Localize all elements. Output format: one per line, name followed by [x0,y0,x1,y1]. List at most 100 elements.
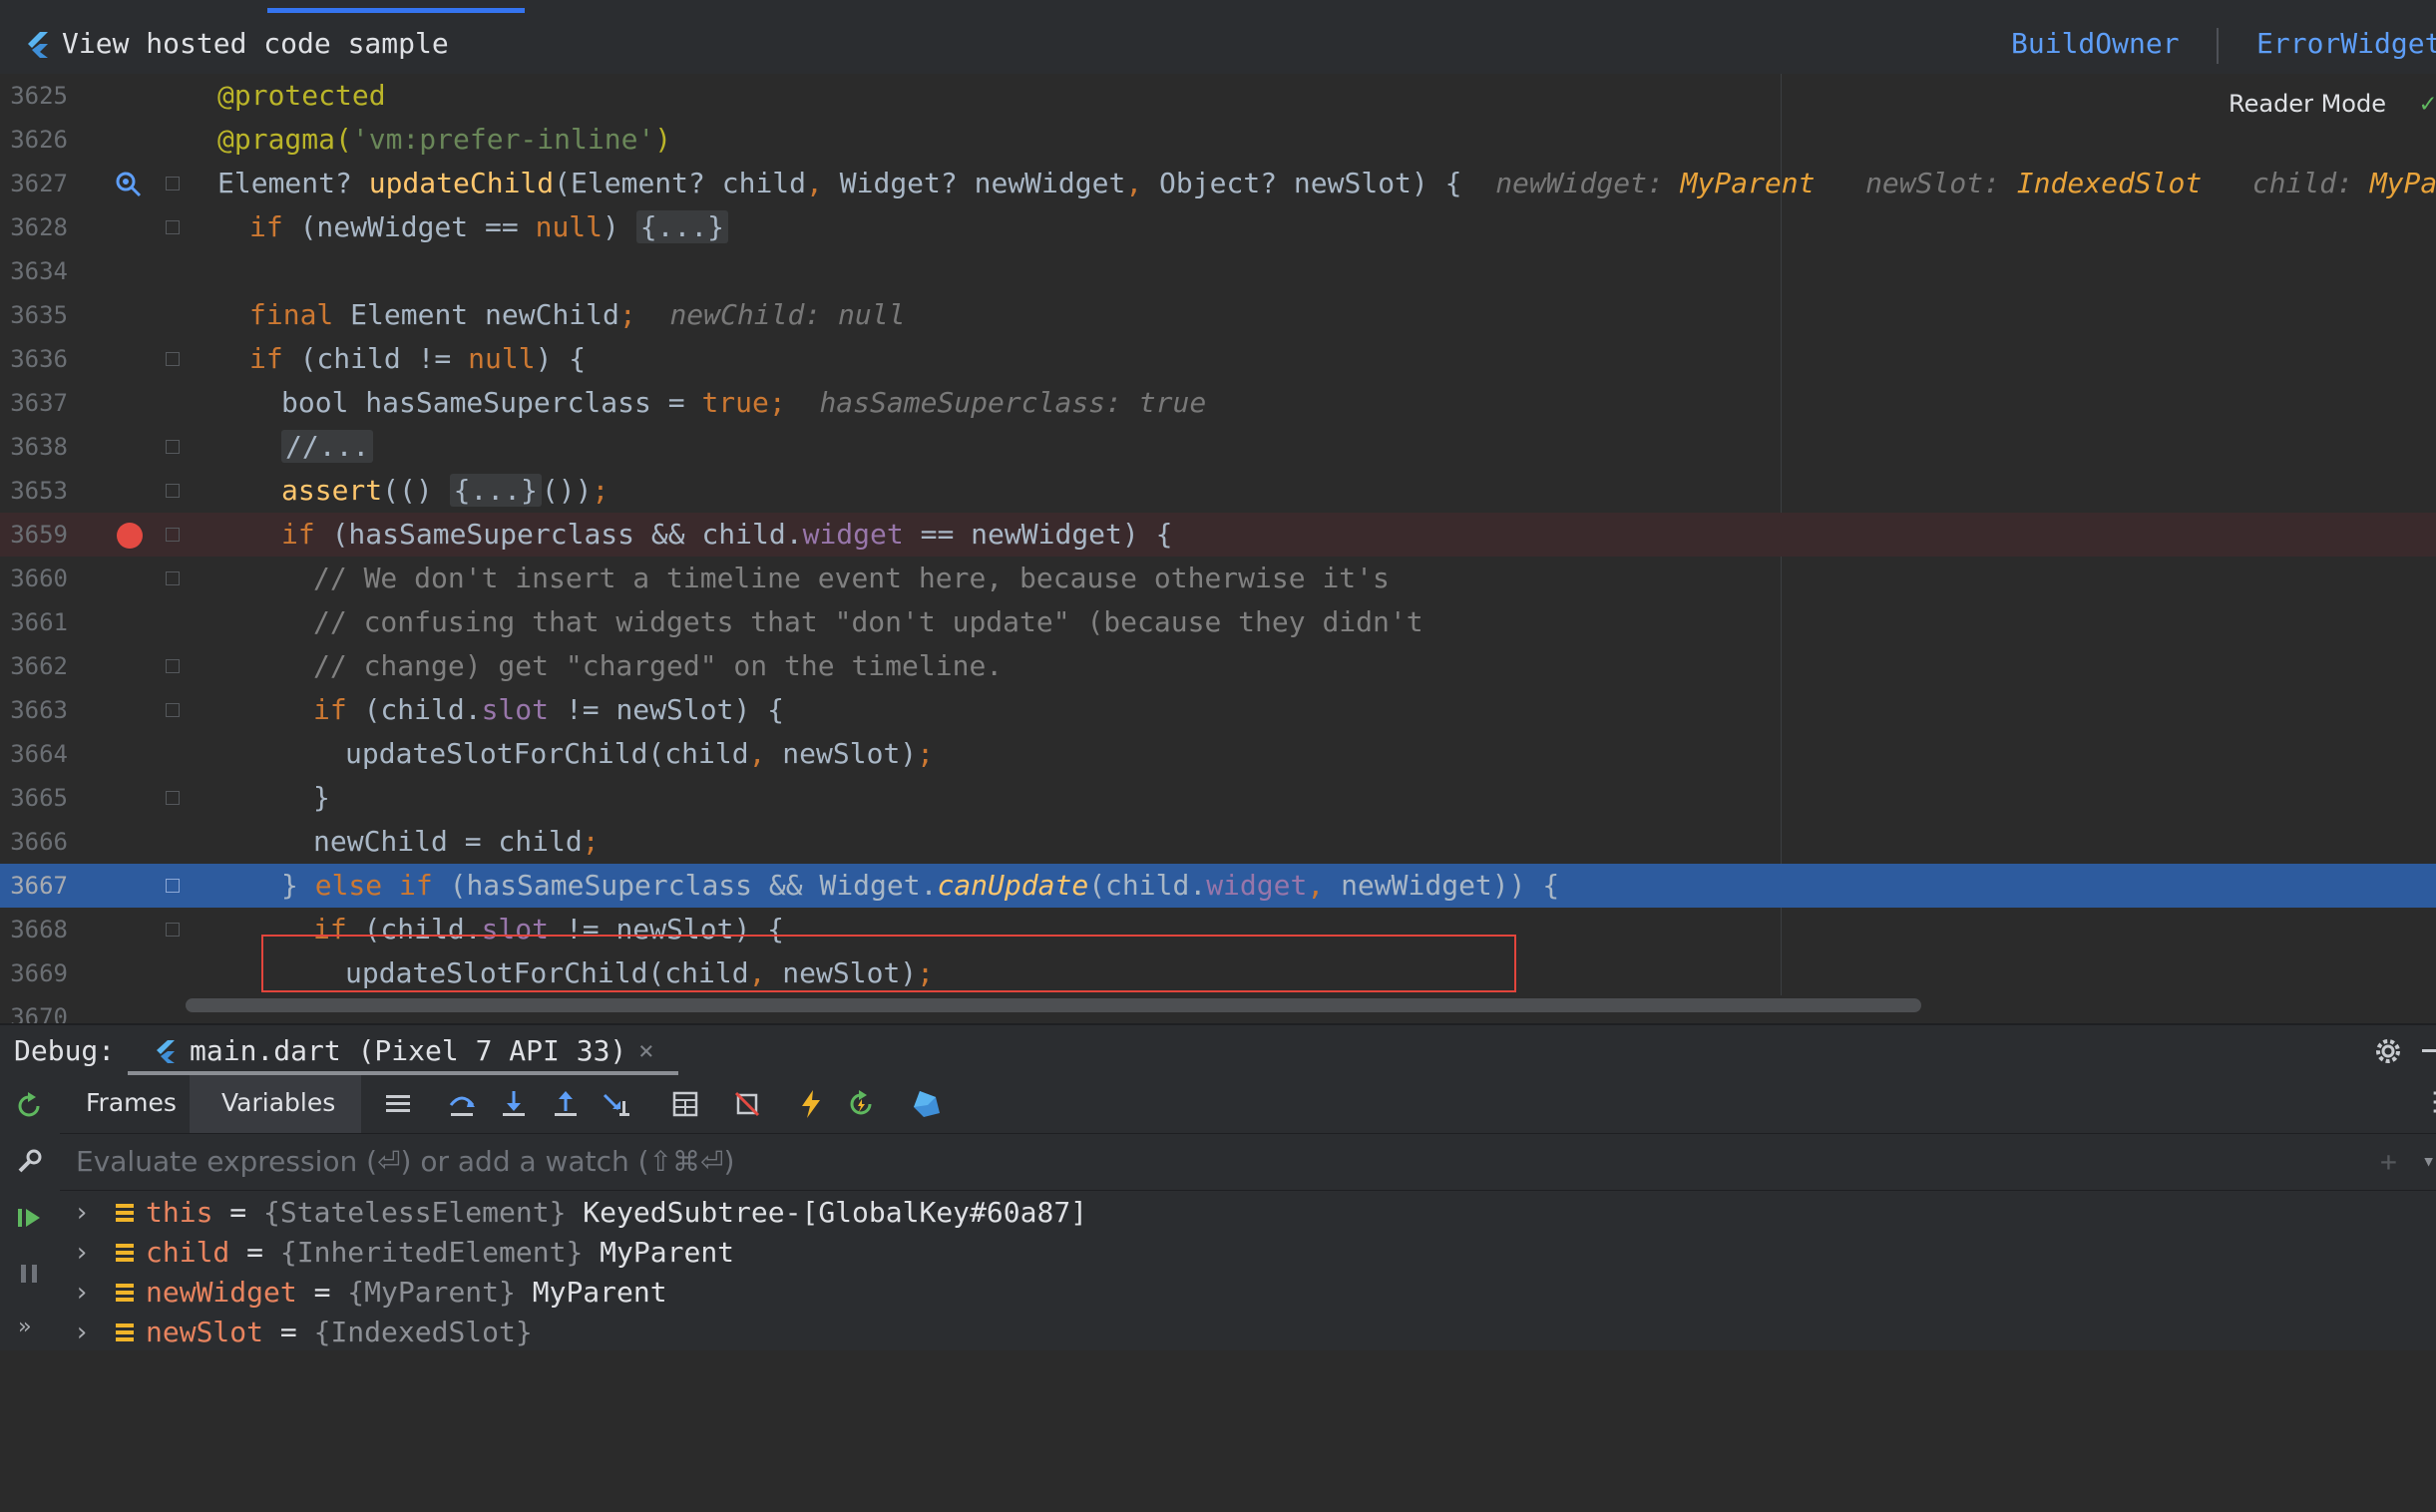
chevron-right-icon[interactable]: › [74,1233,90,1273]
fold-toggle[interactable] [166,659,180,673]
line-number: 3665 [10,784,68,812]
resume-icon[interactable] [14,1203,44,1233]
chevron-right-icon[interactable]: › [74,1193,90,1233]
code-line: 3661 // confusing that widgets that "don… [0,600,2436,644]
wrench-icon[interactable] [14,1147,44,1177]
gear-icon[interactable] [2370,1033,2406,1069]
tab-frames[interactable]: Frames [86,1085,177,1121]
fold-toggle[interactable] [166,220,180,234]
add-watch-icon[interactable]: + [2380,1144,2397,1180]
vertical-dots-icon[interactable]: ⋮ [2422,1087,2436,1117]
chevron-right-icon[interactable]: › [74,1273,90,1313]
variable-row[interactable]: › newWidget = {MyParent} MyParent [60,1273,2436,1313]
chevron-right-icon[interactable]: › [74,1313,90,1352]
code-line: 3634 [0,249,2436,293]
breakpoint-line: 3659 if (hasSameSuperclass && child.widg… [0,513,2436,557]
folded-region[interactable]: {...} [635,210,729,243]
fold-toggle[interactable] [166,440,180,454]
code-line: 3662 // change) get "charged" on the tim… [0,644,2436,688]
chevron-down-icon[interactable]: ▾ [2422,1144,2435,1180]
code-editor[interactable]: Reader Mode ✓ 3625 @protected 3626 @prag… [0,74,2436,1023]
hot-restart-icon[interactable] [844,1087,878,1121]
fold-toggle[interactable] [166,352,180,366]
step-over-icon[interactable] [445,1087,479,1121]
code-line: 3653 assert(() {...} ()); [0,469,2436,513]
error-widget-link[interactable]: ErrorWidget [2256,28,2436,60]
code-line: 3638 //... [0,425,2436,469]
layout-menu-icon[interactable] [381,1087,415,1121]
inline-value-hint: child: [2251,167,2353,199]
fold-toggle[interactable] [166,484,180,498]
fold-toggle[interactable] [166,879,180,893]
mute-breakpoints-icon[interactable] [730,1087,764,1121]
inline-value: IndexedSlot [2016,167,2203,199]
debug-side-toolbar: » [0,1075,61,1350]
line-number: 3666 [10,828,68,856]
evaluate-expression-icon[interactable] [668,1087,702,1121]
flutter-icon [28,32,48,58]
step-into-icon[interactable] [497,1087,531,1121]
hot-reload-icon[interactable] [794,1087,828,1121]
fold-toggle[interactable] [166,703,180,717]
folded-region[interactable]: {...} [449,474,542,507]
folded-region[interactable]: //... [281,430,374,463]
field-icon [116,1323,134,1341]
code-line: 3664 updateSlotForChild(child, newSlot); [0,732,2436,776]
active-tab-indicator [267,8,525,13]
horizontal-scrollbar[interactable] [186,998,1921,1012]
build-owner-link[interactable]: BuildOwner [2011,28,2180,60]
debug-execution-point-icon[interactable] [114,170,146,197]
variable-name: this [146,1196,213,1229]
minimize-icon[interactable] [2422,1049,2436,1052]
code-sample-banner: View hosted code sample BuildOwner Error… [0,14,2436,75]
close-tab-icon[interactable]: × [638,1033,654,1069]
current-execution-line: 3667 } else if (hasSameSuperclass && Wid… [0,864,2436,908]
variable-row[interactable]: › child = {InheritedElement} MyParent [60,1233,2436,1273]
line-number: 3625 [10,82,68,110]
line-number: 3638 [10,433,68,461]
editor-tab-strip [0,0,2436,14]
variable-name: child [146,1236,230,1269]
dart-devtools-icon[interactable] [910,1087,944,1121]
code-line: 3666 newChild = child; [0,820,2436,864]
variable-type: {MyParent} [347,1276,516,1309]
line-number: 3669 [10,959,68,987]
line-number: 3667 [10,872,68,900]
field-icon [116,1284,134,1302]
more-actions-icon[interactable]: » [18,1315,31,1339]
line-number: 3668 [10,916,68,944]
evaluate-expression-placeholder[interactable]: Evaluate expression (⏎) or add a watch (… [76,1144,734,1180]
rerun-icon[interactable] [14,1091,44,1121]
run-to-cursor-icon[interactable] [601,1087,634,1121]
breakpoint-icon[interactable] [117,523,143,549]
line-number: 3636 [10,345,68,373]
fold-toggle[interactable] [166,571,180,585]
step-out-icon[interactable] [549,1087,583,1121]
pause-icon[interactable] [14,1259,44,1289]
line-number: 3659 [10,521,68,549]
link-separator [2217,28,2219,64]
tab-variables[interactable]: Variables [221,1085,335,1121]
code-line: 3626 @pragma('vm:prefer-inline') [0,118,2436,162]
debug-session-tab[interactable]: main.dart (Pixel 7 API 33) [190,1033,626,1069]
code-line: 3663 if (child.slot != newSlot) { [0,688,2436,732]
inline-value-hint: newSlot: [1865,167,2000,199]
variable-row[interactable]: › this = {StatelessElement} KeyedSubtree… [60,1193,2436,1233]
fold-toggle[interactable] [166,528,180,542]
field-icon [116,1204,134,1222]
inline-value-hint: newChild: null [669,298,906,331]
variable-name: newSlot [146,1316,264,1348]
fold-toggle[interactable] [166,791,180,805]
code-line: 3625 @protected [0,74,2436,118]
line-number: 3664 [10,740,68,768]
line-number: 3634 [10,257,68,285]
fold-toggle[interactable] [166,177,180,190]
debug-tool-window-header: Debug: main.dart (Pixel 7 API 33) × [0,1023,2436,1077]
variable-type: {IndexedSlot} [313,1316,533,1348]
debugger-toolbar: Frames Variables ⋮ [60,1075,2436,1134]
line-number: 3628 [10,213,68,241]
view-code-sample-link[interactable]: View hosted code sample [62,28,449,60]
fold-toggle[interactable] [166,923,180,937]
evaluate-expression-field[interactable]: Evaluate expression (⏎) or add a watch (… [60,1134,2436,1191]
variable-row[interactable]: › newSlot = {IndexedSlot} [60,1313,2436,1352]
